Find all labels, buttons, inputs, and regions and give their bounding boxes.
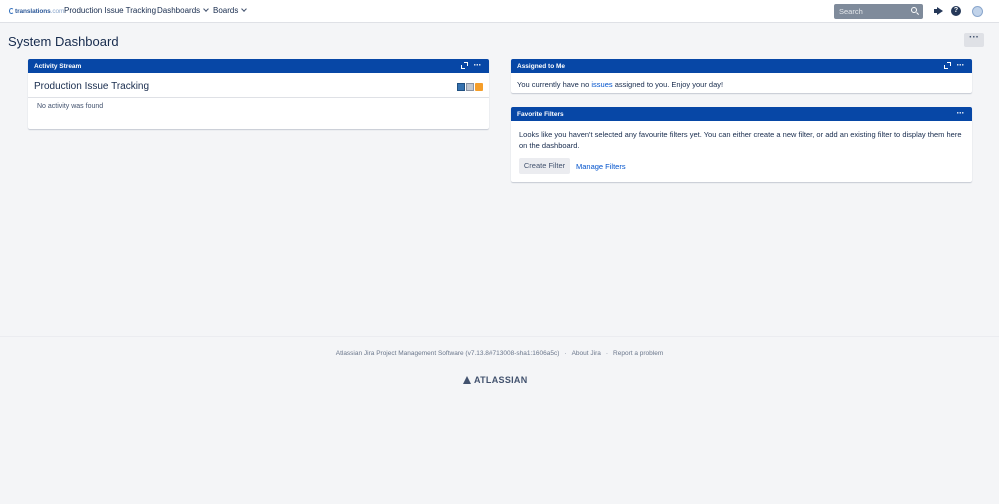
search-input[interactable] xyxy=(839,7,909,16)
footer-links: Atlassian Jira Project Management Softwa… xyxy=(0,350,999,357)
favorite-filters-gadget: Favorite Filters ··· Looks like you have… xyxy=(511,107,972,182)
report-problem-link[interactable]: Report a problem xyxy=(613,350,663,357)
more-options-icon[interactable]: ··· xyxy=(957,109,965,118)
filter-view-icon[interactable] xyxy=(466,83,474,91)
dashboard-tools-button[interactable]: ··· xyxy=(964,33,984,47)
gadget-header: Assigned to Me ··· xyxy=(511,59,972,73)
expand-icon[interactable] xyxy=(460,61,468,69)
create-filter-button[interactable]: Create Filter xyxy=(519,158,570,174)
issues-link[interactable]: issues xyxy=(591,80,612,89)
nav-boards-label: Boards xyxy=(213,6,239,15)
chevron-down-icon xyxy=(203,6,209,12)
manage-filters-link[interactable]: Manage Filters xyxy=(576,162,626,171)
filters-message: Looks like you haven't selected any favo… xyxy=(519,130,962,150)
logo-text: translations xyxy=(15,7,51,15)
search-icon[interactable] xyxy=(911,7,917,13)
nav-project-link[interactable]: Production Issue Tracking xyxy=(64,6,156,15)
assigned-message: You currently have no issues assigned to… xyxy=(517,80,723,89)
logo-swoosh-icon xyxy=(9,8,14,14)
help-icon[interactable]: ? xyxy=(951,6,961,16)
nav-dashboards-menu[interactable]: Dashboards xyxy=(157,6,209,15)
assigned-text-after: assigned to you. Enjoy your day! xyxy=(612,80,724,89)
page-title: System Dashboard xyxy=(8,34,119,49)
list-view-icon[interactable] xyxy=(457,83,465,91)
logo-suffix: .com xyxy=(50,7,65,15)
stream-view-options xyxy=(457,83,483,91)
megaphone-icon[interactable] xyxy=(933,6,944,17)
chevron-down-icon xyxy=(241,6,248,12)
atlassian-logo[interactable]: ATLASSIAN xyxy=(463,375,528,385)
about-jira-link[interactable]: About Jira xyxy=(572,350,601,357)
avatar[interactable] xyxy=(972,6,983,17)
search-box[interactable] xyxy=(834,4,923,19)
atlassian-mark-icon xyxy=(463,376,471,384)
rss-feed-icon[interactable] xyxy=(475,83,483,91)
empty-message: No activity was found xyxy=(37,103,104,110)
gadget-header: Activity Stream ··· xyxy=(28,59,489,73)
atlassian-wordmark: ATLASSIAN xyxy=(474,375,528,385)
nav-boards-menu[interactable]: Boards xyxy=(213,6,248,15)
divider xyxy=(28,97,489,98)
more-options-icon[interactable]: ··· xyxy=(474,61,482,70)
version-info: Atlassian Jira Project Management Softwa… xyxy=(335,350,560,357)
expand-icon[interactable] xyxy=(943,61,951,69)
gadget-title: Activity Stream xyxy=(34,62,82,70)
gadget-title: Favorite Filters xyxy=(517,110,564,118)
more-options-icon[interactable]: ··· xyxy=(957,61,965,70)
activity-stream-gadget: Activity Stream ··· Production Issue Tra… xyxy=(28,59,489,129)
assigned-text-before: You currently have no xyxy=(517,80,592,89)
gadget-title: Assigned to Me xyxy=(517,62,566,70)
nav-dashboards-label: Dashboards xyxy=(157,6,201,15)
footer-separator: · xyxy=(564,350,567,357)
footer-separator: · xyxy=(605,350,609,357)
gadget-header: Favorite Filters ··· xyxy=(511,107,972,121)
footer: Atlassian Jira Project Management Softwa… xyxy=(0,336,999,504)
site-logo[interactable]: translations .com xyxy=(9,6,64,16)
top-navigation-bar: translations .com Production Issue Tracki… xyxy=(0,0,999,23)
stream-title: Production Issue Tracking xyxy=(34,81,150,92)
assigned-to-me-gadget: Assigned to Me ··· You currently have no… xyxy=(511,59,972,93)
